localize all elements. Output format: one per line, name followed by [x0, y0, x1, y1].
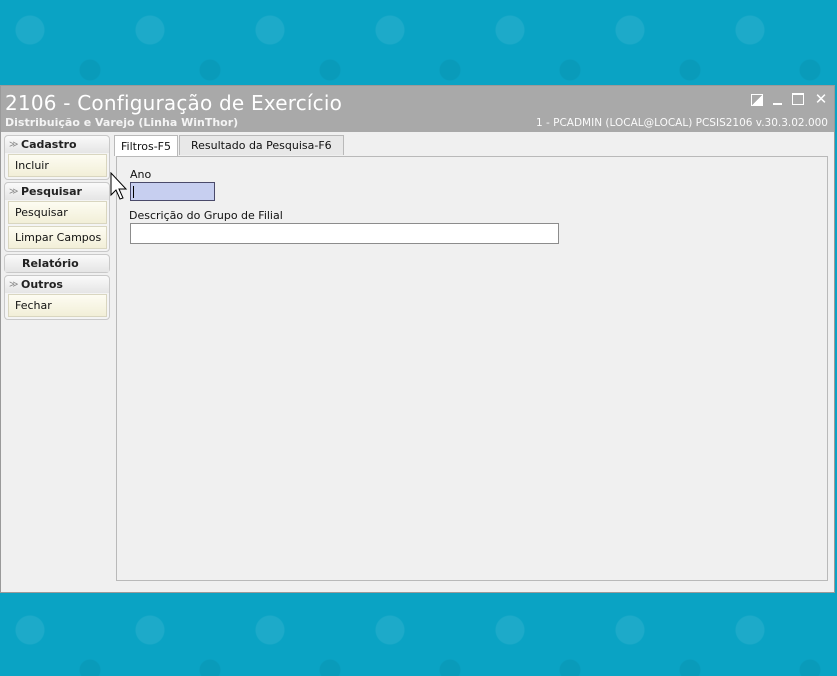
ano-label: Ano [130, 168, 152, 181]
sidebar: ≫ Cadastro Incluir ≫ Pesquisar Pesquisar… [4, 135, 110, 322]
window-title: 2106 - Configuração de Exercício [5, 91, 343, 115]
incluir-button[interactable]: Incluir [8, 154, 107, 177]
mouse-pointer-icon [110, 172, 128, 200]
group-header-cadastro[interactable]: ≫ Cadastro [5, 136, 109, 153]
minimize-icon[interactable] [773, 103, 782, 105]
title-bar: 2106 - Configuração de Exercício Distrib… [1, 86, 834, 132]
grupo-filial-label: Descrição do Grupo de Filial [129, 209, 283, 222]
fechar-button[interactable]: Fechar [8, 294, 107, 317]
tab-bar: Filtros-F5 Resultado da Pesquisa-F6 [114, 135, 345, 156]
group-label: Cadastro [21, 138, 77, 151]
sidebar-group-outros: ≫ Outros Fechar [4, 275, 110, 320]
group-label: Relatório [22, 257, 79, 270]
filters-panel: Ano Descrição do Grupo de Filial [116, 156, 828, 581]
sidebar-group-relatorio: Relatório [4, 254, 110, 273]
window-controls: ✕ [751, 92, 828, 107]
chevron-up-icon: ≫ [9, 139, 19, 150]
sidebar-group-pesquisar: ≫ Pesquisar Pesquisar Limpar Campos [4, 182, 110, 252]
main-content: Filtros-F5 Resultado da Pesquisa-F6 Ano … [114, 133, 830, 588]
chevron-up-icon: ≫ [9, 186, 19, 197]
text-caret [133, 186, 134, 198]
group-header-pesquisar[interactable]: ≫ Pesquisar [5, 183, 109, 200]
tab-filtros[interactable]: Filtros-F5 [114, 135, 178, 156]
app-window: 2106 - Configuração de Exercício Distrib… [0, 85, 835, 593]
grupo-filial-field[interactable] [130, 223, 559, 244]
pesquisar-button[interactable]: Pesquisar [8, 201, 107, 224]
group-header-relatorio[interactable]: Relatório [5, 255, 109, 272]
chevron-up-icon: ≫ [9, 279, 19, 290]
group-label: Pesquisar [21, 185, 82, 198]
ano-field[interactable] [130, 182, 215, 201]
limpar-campos-button[interactable]: Limpar Campos [8, 226, 107, 249]
close-icon[interactable]: ✕ [814, 92, 828, 107]
group-label: Outros [21, 278, 63, 291]
user-info: 1 - PCADMIN (LOCAL@LOCAL) PCSIS2106 v.30… [535, 117, 828, 129]
window-subtitle: Distribuição e Varejo (Linha WinThor) [5, 116, 239, 129]
snap-icon[interactable] [751, 93, 763, 106]
group-header-outros[interactable]: ≫ Outros [5, 276, 109, 293]
maximize-icon[interactable] [792, 93, 804, 105]
sidebar-group-cadastro: ≫ Cadastro Incluir [4, 135, 110, 180]
tab-resultado[interactable]: Resultado da Pesquisa-F6 [179, 135, 344, 155]
